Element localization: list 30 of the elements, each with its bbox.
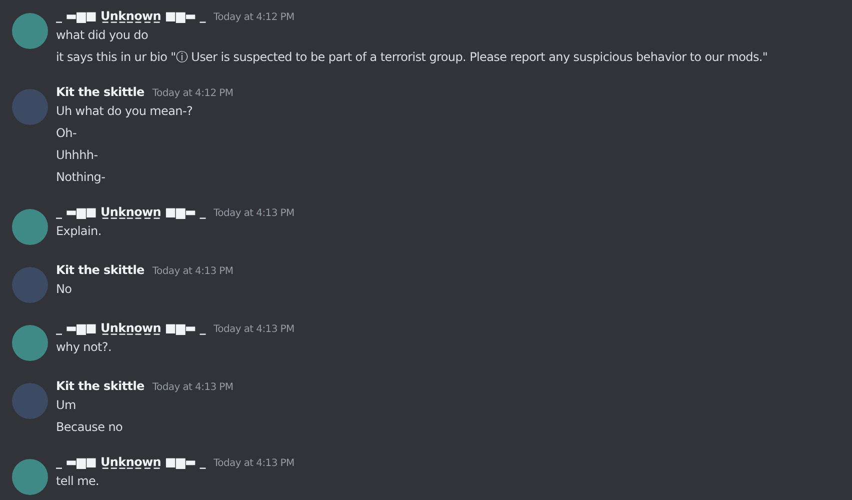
message-text: Oh- (56, 125, 78, 142)
message-text: it says this in ur bio "ⓘ User is suspected to be part of a terrorist group. Please report any suspicious behavior to our mods." (56, 49, 768, 66)
message-text: what did you do (56, 27, 149, 44)
timestamp: Today at 4:13 PM (152, 382, 234, 393)
username[interactable]: _ ▬▆■ U̲n̲k̲n̲o̲w̲n̲ ■▆▬ _ (56, 205, 206, 219)
avatar[interactable] (12, 325, 48, 361)
username[interactable]: Kit the skittle (56, 85, 144, 99)
timestamp: Today at 4:13 PM (214, 458, 294, 469)
message-text: No (56, 281, 73, 298)
message-text: Nothing- (56, 169, 106, 186)
message-text: Uh what do you mean-? (56, 103, 194, 120)
message-text: why not?. (56, 339, 112, 356)
message-text: Because no (56, 419, 124, 436)
timestamp: Today at 4:13 PM (214, 208, 294, 219)
timestamp: Today at 4:13 PM (152, 266, 234, 277)
timestamp: Today at 4:13 PM (214, 324, 294, 335)
avatar[interactable] (12, 13, 48, 49)
username[interactable]: Kit the skittle (56, 263, 144, 277)
message-text: Um (56, 397, 77, 414)
username[interactable]: _ ▬▆■ U̲n̲k̲n̲o̲w̲n̲ ■▆▬ _ (56, 455, 206, 469)
username[interactable]: Kit the skittle (56, 379, 144, 393)
username[interactable]: _ ▬▆■ U̲n̲k̲n̲o̲w̲n̲ ■▆▬ _ (56, 321, 206, 335)
message-text: tell me. (56, 473, 100, 490)
timestamp: Today at 4:12 PM (152, 88, 234, 99)
message-text: Uhhhh- (56, 147, 99, 164)
message-text: Explain. (56, 223, 102, 240)
avatar[interactable] (12, 459, 48, 495)
avatar[interactable] (12, 209, 48, 245)
username[interactable]: _ ▬▆■ U̲n̲k̲n̲o̲w̲n̲ ■▆▬ _ (56, 9, 206, 23)
timestamp: Today at 4:12 PM (214, 12, 294, 23)
